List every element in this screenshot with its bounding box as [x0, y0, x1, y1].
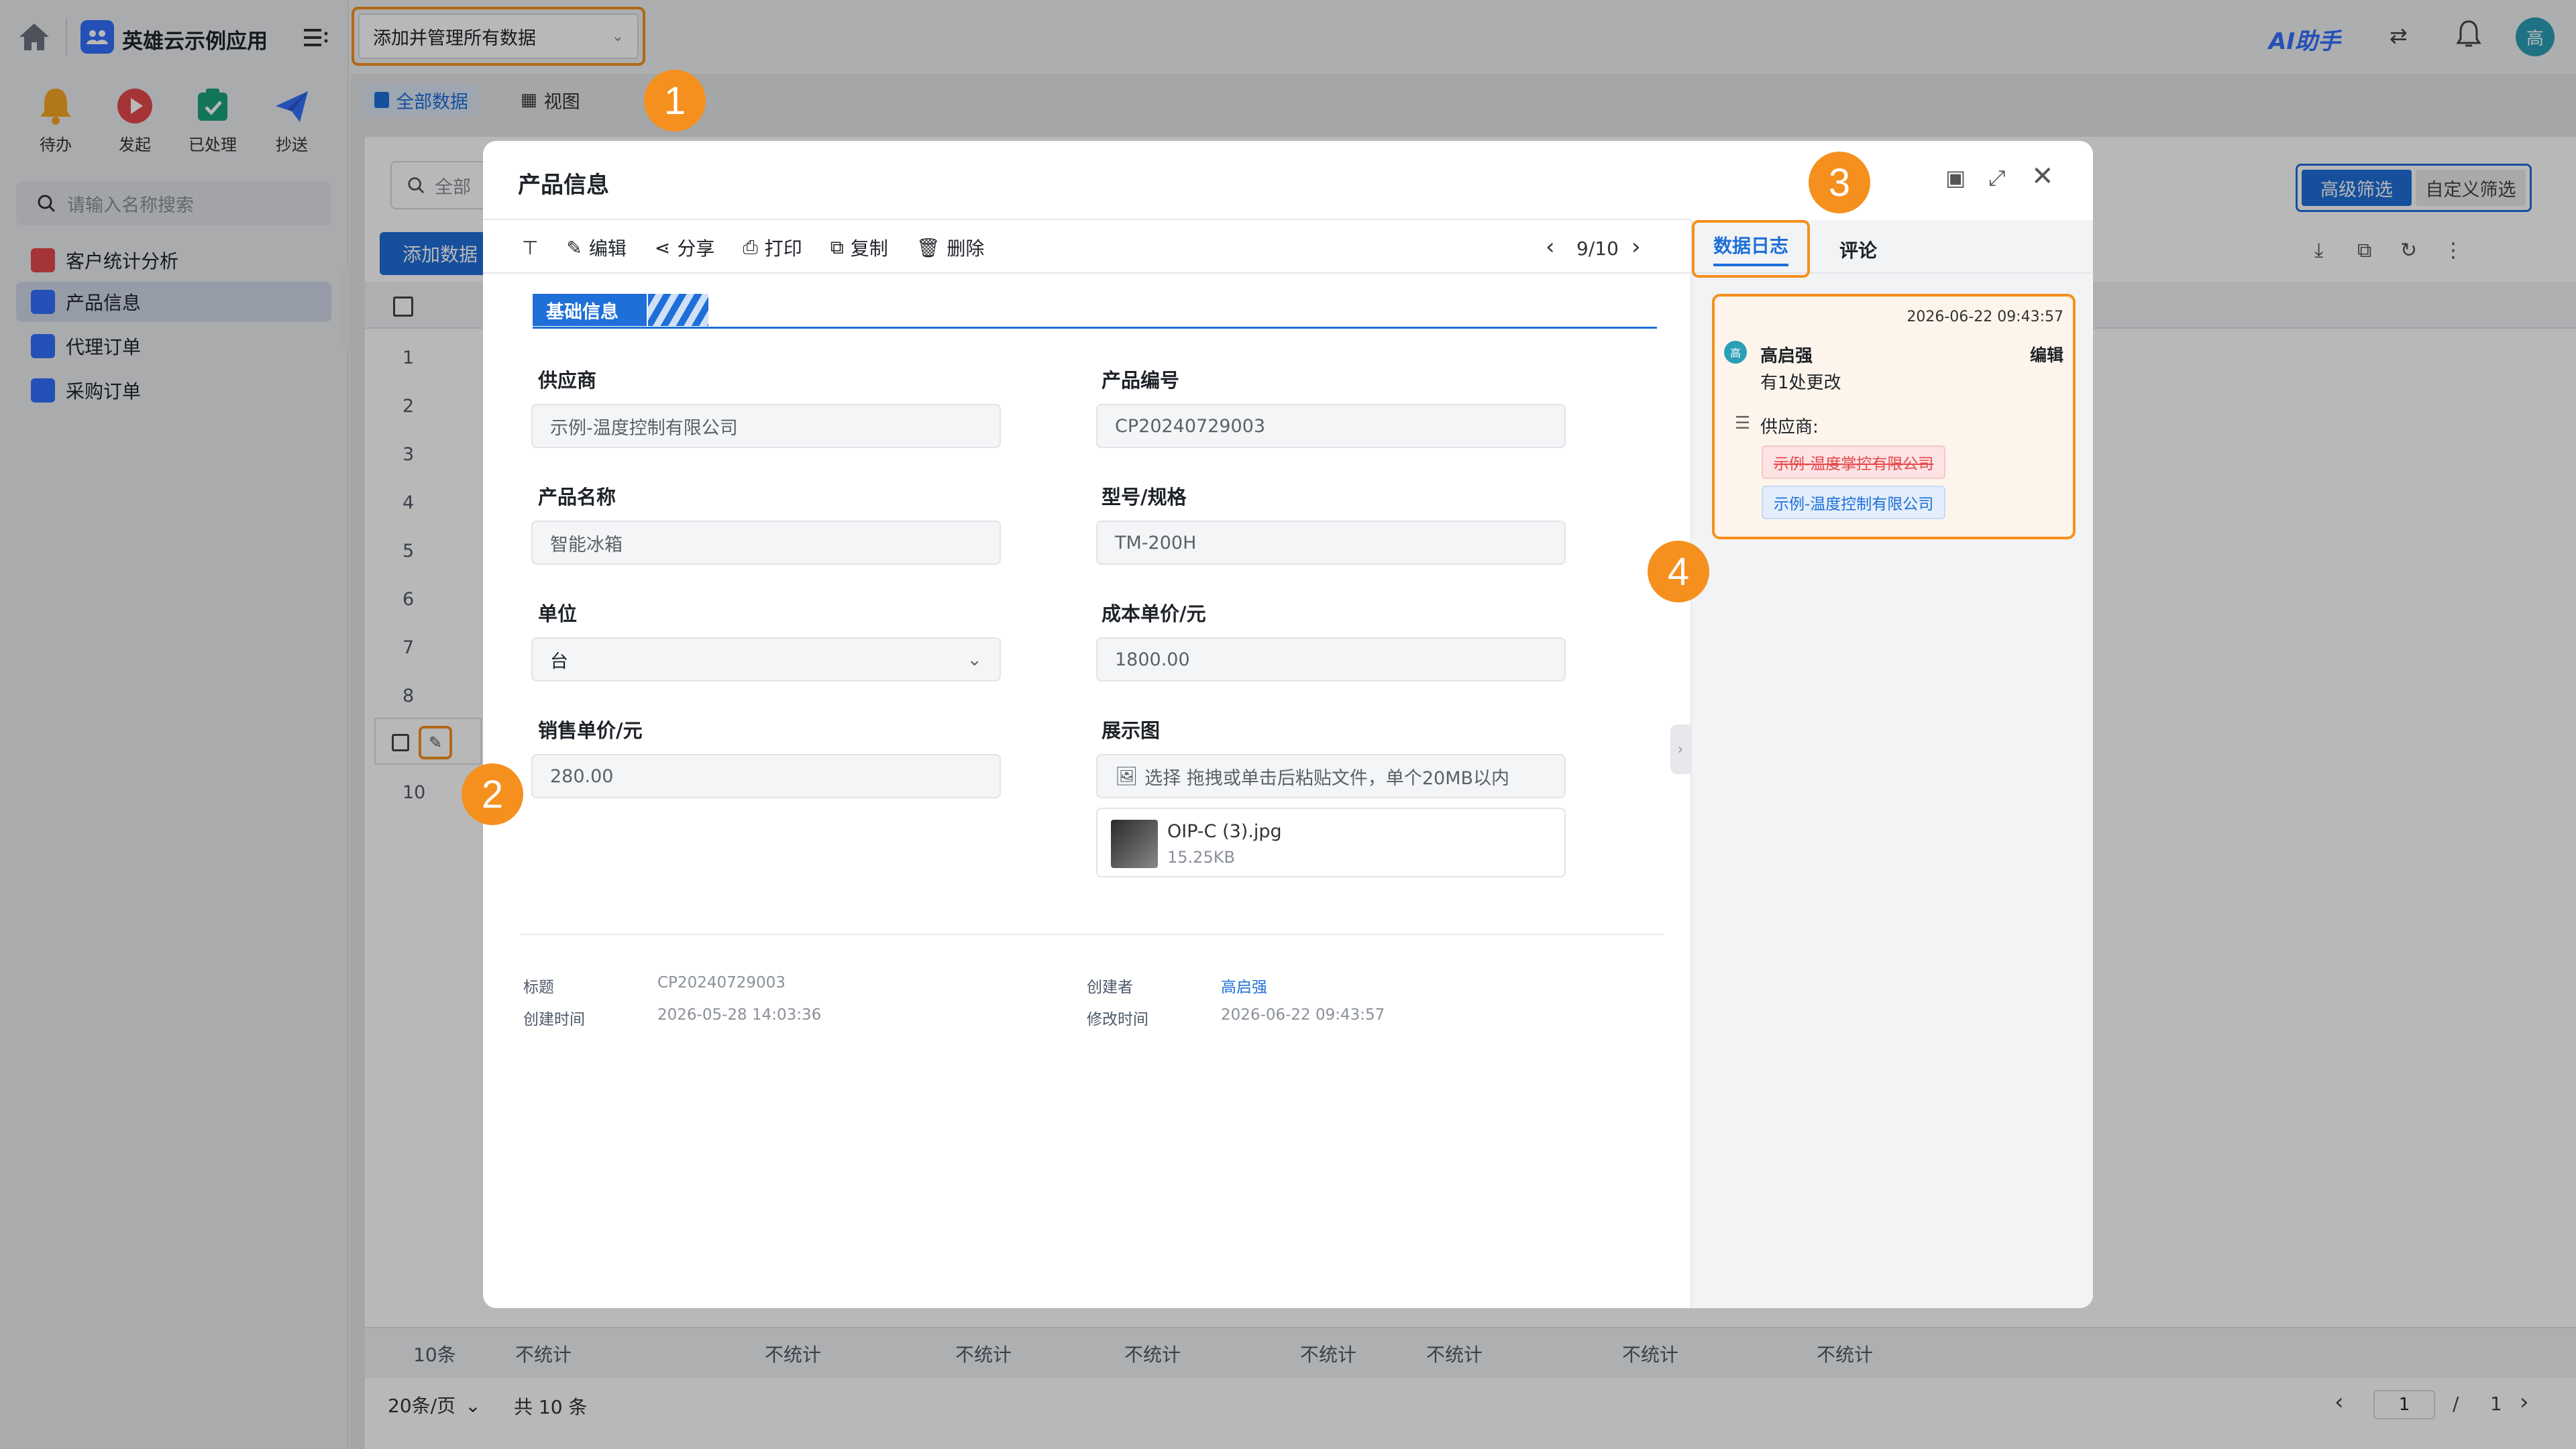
uploaded-file[interactable]: OIP-C (3).jpg 15.25KB: [1096, 808, 1566, 877]
meta-title-value: CP20240729003: [657, 974, 786, 991]
edit-label: 编辑: [588, 237, 627, 260]
close-icon[interactable]: ✕: [2031, 161, 2054, 192]
share-button[interactable]: ⋖ 分享: [655, 234, 714, 261]
model-field[interactable]: TM-200H: [1096, 521, 1566, 565]
file-thumbnail: [1111, 820, 1158, 868]
copy-icon: ⧉: [830, 236, 844, 258]
sale-price-field[interactable]: 280.00: [531, 754, 1001, 798]
tab-comments[interactable]: 评论: [1839, 236, 1877, 263]
cost-price-label: 成本单价/元: [1102, 602, 1206, 625]
print-icon: ⎙: [743, 236, 758, 258]
annotation-badge-4: 4: [1648, 541, 1709, 602]
chevron-down-icon: ⌄: [967, 649, 982, 670]
sale-price-label: 销售单价/元: [538, 719, 643, 742]
file-name: OIP-C (3).jpg: [1167, 821, 1282, 842]
tab-data-log-label: 数据日志: [1713, 231, 1788, 266]
log-field: 供应商:: [1760, 417, 1819, 437]
modal-title: 产品信息: [518, 172, 609, 199]
log-old-value: 示例-温度掌控有限公司: [1762, 445, 1946, 479]
delete-label: 删除: [947, 237, 985, 260]
annotation-badge-2: 2: [462, 763, 523, 825]
prev-record-icon[interactable]: ‹: [1546, 233, 1555, 260]
log-user: 高启强: [1760, 346, 1813, 366]
annotation-badge-3: 3: [1809, 152, 1870, 213]
meta-creator-label: 创建者: [1087, 979, 1133, 996]
log-entry-card: 2026-06-22 09:43:57 高 高启强 编辑 有1处更改 ☰ 供应商…: [1712, 294, 2076, 539]
share-icon: ⋖: [654, 236, 671, 259]
annotation-badge-1: 1: [644, 70, 706, 131]
log-summary: 有1处更改: [1760, 373, 1841, 393]
record-pager: 9/10: [1576, 237, 1619, 260]
meta-modified-value: 2026-06-22 09:43:57: [1221, 1006, 1385, 1024]
app-root: 英雄云示例应用 待办 发起 已处理 抄送 请输入名称搜索 客户统计分析 产品信息…: [0, 0, 2576, 1449]
unit-value: 台: [550, 651, 568, 672]
record-detail-modal: 产品信息 ▣ ⤢ ✕ ⊤ ✎ 编辑 ⋖ 分享 ⎙ 打印 ⧉ 复制 🗑 删除 ‹ 9/10 …: [483, 141, 2093, 1308]
image-upload-field[interactable]: 🖼 选择 拖拽或单击后粘贴文件，单个20MB以内: [1096, 754, 1566, 798]
log-action: 编辑: [2029, 345, 2063, 365]
print-label: 打印: [764, 237, 802, 260]
meta-created-value: 2026-05-28 14:03:36: [657, 1006, 822, 1024]
copy-label: 复制: [850, 237, 888, 260]
log-time: 2026-06-22 09:43:57: [1907, 309, 2063, 325]
side-panel-toggle[interactable]: ›: [1670, 724, 1690, 774]
product-name-label: 产品名称: [538, 486, 616, 508]
print-button[interactable]: ⎙ 打印: [743, 234, 802, 261]
supplier-field[interactable]: 示例-温度控制有限公司: [531, 404, 1001, 448]
product-code-label: 产品编号: [1102, 369, 1180, 392]
unit-label: 单位: [538, 602, 578, 625]
layout-icon[interactable]: ▣: [1945, 165, 1966, 191]
product-code-field[interactable]: CP20240729003: [1096, 404, 1566, 448]
meta-creator-value[interactable]: 高启强: [1221, 974, 1267, 997]
cost-price-field[interactable]: 1800.00: [1096, 637, 1566, 682]
template-icon[interactable]: ⊤: [522, 237, 538, 259]
edit-icon: ✎: [566, 236, 582, 259]
section-header: 基础信息: [533, 294, 1657, 329]
meta-created-label: 创建时间: [523, 1011, 585, 1028]
file-size: 15.25KB: [1167, 848, 1235, 867]
edit-button[interactable]: ✎ 编辑: [566, 234, 626, 261]
meta-divider: [521, 934, 1664, 935]
meta-modified-label: 修改时间: [1087, 1011, 1148, 1028]
tab-data-log[interactable]: 数据日志: [1692, 220, 1810, 278]
unit-select[interactable]: 台 ⌄: [531, 637, 1001, 682]
next-record-icon[interactable]: ›: [1631, 233, 1641, 260]
toolbar-divider: [483, 219, 1690, 220]
meta-title-label: 标题: [523, 979, 554, 996]
supplier-label: 供应商: [538, 369, 597, 392]
log-new-value: 示例-温度控制有限公司: [1762, 486, 1946, 519]
section-title: 基础信息: [533, 294, 647, 326]
image-icon: 🖼: [1115, 766, 1138, 787]
image-label: 展示图: [1102, 719, 1161, 742]
side-panel: 数据日志 评论 2026-06-22 09:43:57 高 高启强 编辑 有1处…: [1690, 220, 2093, 1308]
trash-icon: 🗑: [916, 236, 941, 259]
product-name-field[interactable]: 智能冰箱: [531, 521, 1001, 565]
model-label: 型号/规格: [1102, 486, 1187, 508]
image-upload-placeholder: 选择 拖拽或单击后粘贴文件，单个20MB以内: [1144, 767, 1510, 789]
log-avatar: 高: [1724, 341, 1747, 364]
share-label: 分享: [677, 237, 715, 260]
delete-button[interactable]: 🗑 删除: [916, 234, 985, 261]
list-icon: ☰: [1735, 413, 1751, 433]
section-stripes: [648, 294, 708, 326]
toolbar-divider-bottom: [483, 272, 1690, 274]
record-toolbar: ⊤ ✎ 编辑 ⋖ 分享 ⎙ 打印 ⧉ 复制 🗑 删除: [522, 231, 1012, 264]
fullscreen-icon[interactable]: ⤢: [1988, 165, 2006, 191]
copy-button[interactable]: ⧉ 复制: [830, 234, 888, 261]
